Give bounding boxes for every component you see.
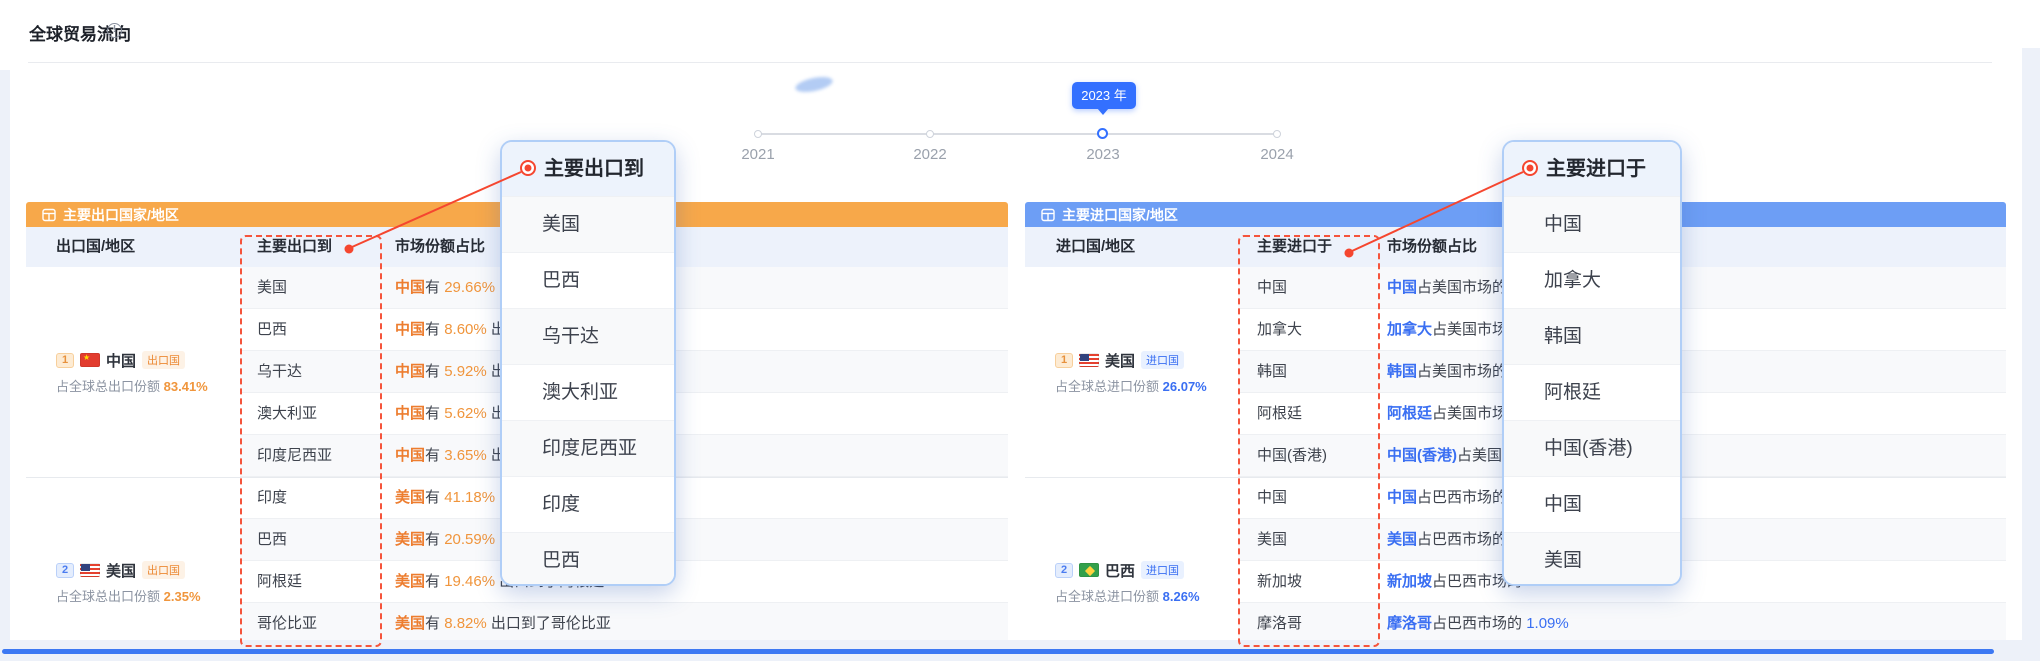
popup-item: 乌干达	[502, 308, 674, 364]
source-cell: 加拿大	[1257, 309, 1302, 351]
horizontal-scrollbar[interactable]	[2, 649, 1994, 654]
dest-cell: 哥伦比亚	[257, 603, 317, 640]
popup-item: 澳大利亚	[502, 364, 674, 420]
page-background-right	[2022, 48, 2040, 661]
col-export-dest: 主要出口到	[257, 227, 332, 267]
popup-item: 印度	[502, 476, 674, 532]
popup-item: 中国	[1504, 476, 1680, 532]
share-cell: 美国有 8.82% 出口到了哥伦比亚	[395, 603, 611, 640]
dest-cell: 阿根廷	[257, 561, 302, 603]
global-share-line: 占全球总进口份额 8.26%	[1055, 586, 1238, 605]
rank-badge: 1	[56, 353, 74, 368]
dest-cell: 巴西	[257, 519, 287, 561]
divider	[28, 62, 1992, 63]
table-icon	[1041, 208, 1055, 222]
brazil-flag-icon	[1079, 563, 1099, 577]
popup-item: 印度尼西亚	[502, 420, 674, 476]
slider-dot-2022[interactable]	[926, 130, 934, 138]
dest-cell: 印度	[257, 477, 287, 519]
table-icon	[42, 208, 56, 222]
import-table-title: 主要进口国家/地区	[1062, 205, 1178, 225]
year-label-2022[interactable]: 2022	[900, 146, 960, 163]
global-share-line: 占全球总进口份额 26.07%	[1055, 376, 1238, 395]
year-slider-track[interactable]	[758, 133, 1277, 135]
slider-dot-2024[interactable]	[1273, 130, 1281, 138]
share-cell: 中国占巴西市场的	[1387, 477, 1507, 519]
importer-group-usa: 1 美国 进口国 占全球总进口份额 26.07%	[1025, 267, 1238, 477]
source-cell: 中国	[1257, 267, 1287, 309]
global-trade-flow-panel: 全球贸易流向 ! 2021 2022 2023 2024 2023 年 主要出口…	[0, 0, 2040, 661]
year-label-2024[interactable]: 2024	[1247, 146, 1307, 163]
col-import-share: 市场份额占比	[1387, 227, 1477, 267]
page-background-left	[0, 70, 10, 640]
role-badge: 出口国	[142, 561, 185, 579]
year-tooltip: 2023 年	[1072, 82, 1136, 109]
table-row: 摩洛哥 摩洛哥占巴西市场的 1.09%	[1238, 603, 2006, 640]
dest-cell: 印度尼西亚	[257, 435, 332, 477]
popup-item: 加拿大	[1504, 252, 1680, 308]
rank-badge: 1	[1055, 353, 1073, 368]
country-name: 中国	[106, 350, 136, 371]
exporter-group-china: 1 中国 出口国 占全球总出口份额 83.41%	[26, 267, 240, 477]
col-export-country: 出口国/地区	[56, 227, 135, 267]
source-cell: 新加坡	[1257, 561, 1302, 603]
export-dest-popup: 主要出口到 美国 巴西 乌干达 澳大利亚 印度尼西亚 印度 巴西	[500, 140, 676, 586]
slider-dot-2023[interactable]	[1097, 128, 1108, 139]
dest-cell: 乌干达	[257, 351, 302, 393]
source-cell: 阿根廷	[1257, 393, 1302, 435]
popup-item: 中国	[1504, 196, 1680, 252]
global-share-line: 占全球总出口份额 83.41%	[56, 376, 240, 395]
country-name: 巴西	[1105, 560, 1135, 581]
slider-dot-2021[interactable]	[754, 130, 762, 138]
share-cell: 摩洛哥占巴西市场的 1.09%	[1387, 603, 1569, 640]
popup-item: 中国(香港)	[1504, 420, 1680, 476]
exporter-group-usa: 2 美国 出口国 占全球总出口份额 2.35%	[26, 477, 240, 640]
col-import-source: 主要进口于	[1257, 227, 1332, 267]
share-cell: 中国占美国市场的	[1387, 267, 1507, 309]
usa-flag-icon	[80, 563, 100, 577]
source-cell: 韩国	[1257, 351, 1287, 393]
role-badge: 进口国	[1141, 561, 1184, 579]
col-export-share: 市场份额占比	[395, 227, 485, 267]
country-name: 美国	[1105, 350, 1135, 371]
role-badge: 进口国	[1141, 351, 1184, 369]
map-fragment	[794, 74, 834, 95]
year-label-2021[interactable]: 2021	[728, 146, 788, 163]
import-source-popup: 主要进口于 中国 加拿大 韩国 阿根廷 中国(香港) 中国 美国	[1502, 140, 1682, 586]
col-import-country: 进口国/地区	[1056, 227, 1135, 267]
rank-badge: 2	[1055, 563, 1073, 578]
popup-item: 韩国	[1504, 308, 1680, 364]
dest-cell: 美国	[257, 267, 287, 309]
dest-cell: 澳大利亚	[257, 393, 317, 435]
popup-item: 美国	[1504, 532, 1680, 586]
export-table-title: 主要出口国家/地区	[63, 205, 179, 225]
year-tooltip-arrow	[1097, 108, 1109, 115]
source-cell: 中国(香港)	[1257, 435, 1327, 477]
usa-flag-icon	[1079, 353, 1099, 367]
global-share-line: 占全球总出口份额 2.35%	[56, 586, 240, 605]
china-flag-icon	[80, 353, 100, 367]
popup-item: 巴西	[502, 532, 674, 586]
source-cell: 中国	[1257, 477, 1287, 519]
source-cell: 摩洛哥	[1257, 603, 1302, 640]
popup-item: 美国	[502, 196, 674, 252]
importer-group-brazil: 2 巴西 进口国 占全球总进口份额 8.26%	[1025, 477, 1238, 640]
info-icon[interactable]: !	[107, 23, 122, 38]
popup-item: 阿根廷	[1504, 364, 1680, 420]
role-badge: 出口国	[142, 351, 185, 369]
export-dest-popup-title: 主要出口到	[502, 142, 674, 196]
share-cell: 美国占巴西市场的	[1387, 519, 1507, 561]
popup-item: 巴西	[502, 252, 674, 308]
source-cell: 美国	[1257, 519, 1287, 561]
year-label-2023[interactable]: 2023	[1073, 146, 1133, 163]
table-row: 哥伦比亚 美国有 8.82% 出口到了哥伦比亚	[240, 603, 1008, 640]
share-cell: 韩国占美国市场的	[1387, 351, 1507, 393]
rank-badge: 2	[56, 563, 74, 578]
country-name: 美国	[106, 560, 136, 581]
dest-cell: 巴西	[257, 309, 287, 351]
import-source-popup-title: 主要进口于	[1504, 142, 1680, 196]
